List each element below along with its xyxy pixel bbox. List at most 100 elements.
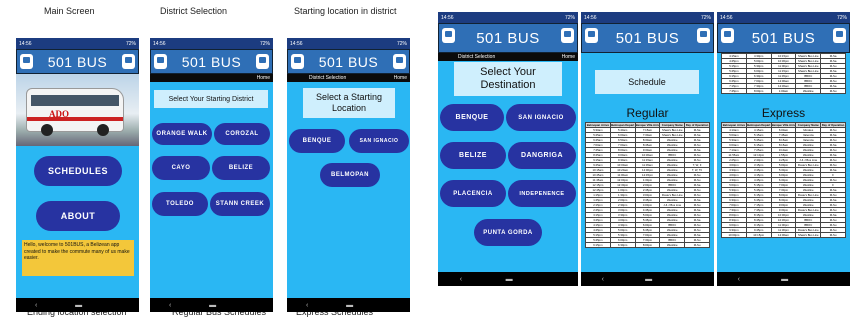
home-link[interactable]: Home bbox=[394, 75, 407, 81]
dest-dangriga[interactable]: DANGRIGA bbox=[508, 142, 576, 169]
table-row: 6:15pm 6:30pm 8:00pm Westline M-Su bbox=[585, 242, 710, 248]
nav-label: District Selection bbox=[458, 54, 496, 60]
destination-heading: Select Your Destination bbox=[454, 62, 562, 96]
home-pill-icon[interactable]: ▬ bbox=[75, 302, 82, 309]
table-header: Belmopan Depart bbox=[745, 122, 772, 128]
status-bar: 14:56 72% bbox=[150, 38, 273, 49]
android-nav: ‹ ▬ bbox=[150, 298, 273, 312]
bus-icon bbox=[697, 28, 710, 43]
bus-icon bbox=[20, 54, 33, 69]
back-icon[interactable]: ‹ bbox=[306, 302, 308, 309]
bus-icon bbox=[561, 28, 574, 43]
app-banner: 501 BUS bbox=[287, 49, 410, 74]
back-icon[interactable]: ‹ bbox=[460, 276, 462, 283]
dest-san-ignacio[interactable]: SAN IGNACIO bbox=[506, 104, 576, 131]
table-header: Benque Villa Arrive bbox=[634, 122, 661, 128]
district-heading: Select Your Starting District bbox=[154, 90, 268, 108]
table-cell: Shaw's Bus Line bbox=[795, 68, 822, 74]
home-pill-icon[interactable]: ▬ bbox=[506, 276, 513, 283]
table-cell: M-Su bbox=[684, 242, 710, 248]
table-cell: 8:00pm bbox=[634, 242, 661, 248]
express-top-table: 4:15am 4:30pm 10:15pm Shaw's Bus Line M-Sa 4:… bbox=[721, 53, 846, 94]
back-icon[interactable]: ‹ bbox=[738, 276, 740, 283]
back-icon[interactable]: ‹ bbox=[169, 302, 171, 309]
destination-screen: 14:56 72% 501 BUS District Selection Home … bbox=[438, 12, 578, 286]
express-schedule-screen: 14:56 72% 501 BUS 4:15am 4:30pm 10:15pm Shaw… bbox=[717, 12, 850, 286]
app-banner: 501 BUS bbox=[581, 23, 714, 53]
regular-schedule-screen: 14:56 72% 501 BUS Schedule Regular Belmop… bbox=[581, 12, 714, 286]
table-header: Belmopan Arrive bbox=[585, 122, 611, 128]
table-cell: 7:45pm bbox=[721, 88, 747, 94]
start-screen: 14:56 72% 501 BUS District Selection Home … bbox=[287, 38, 410, 312]
android-nav: ‹ ▬ bbox=[287, 298, 410, 312]
bus-icon bbox=[442, 28, 455, 43]
table-cell: M-Su bbox=[820, 88, 846, 94]
table-header: Day of Operation bbox=[820, 122, 846, 128]
bus-icon bbox=[256, 54, 269, 69]
table-cell: Shaw's Bus Line bbox=[659, 132, 686, 138]
bus-photo: ADO bbox=[16, 74, 139, 146]
schedules-button[interactable]: SCHEDULES bbox=[34, 156, 122, 186]
schedule-button[interactable]: Schedule bbox=[595, 70, 699, 94]
table-cell: 10:00pm bbox=[721, 232, 747, 238]
district-screen: 14:56 72% 501 BUS Home Select Your Starti… bbox=[150, 38, 273, 312]
start-belmopan[interactable]: BELMOPAN bbox=[320, 163, 380, 187]
table-cell: M-Su bbox=[820, 232, 846, 238]
bus-image: ADO bbox=[26, 88, 124, 136]
status-bar: 14:56 72% bbox=[717, 12, 850, 23]
table-cell: 6:30pm bbox=[609, 242, 636, 248]
regular-title: Regular bbox=[626, 106, 669, 120]
start-heading: Select a Starting Location bbox=[303, 88, 395, 118]
district-belize[interactable]: BELIZE bbox=[212, 156, 270, 180]
table-row: 10:00pm 10:15pm 12:00am Shaw's Bus Line M-Su bbox=[721, 232, 846, 238]
back-icon[interactable]: ‹ bbox=[35, 302, 37, 309]
table-cell: Shaw's Bus Line bbox=[659, 127, 686, 133]
nav-label: District Selection bbox=[309, 75, 347, 81]
table-cell: 1:00am bbox=[770, 88, 797, 94]
android-nav: ‹ ▬ bbox=[717, 272, 850, 286]
dest-benque[interactable]: BENQUE bbox=[440, 104, 504, 131]
about-button[interactable]: ABOUT bbox=[36, 201, 120, 231]
table-cell: Shaw's Bus Line bbox=[795, 53, 822, 59]
home-pill-icon[interactable]: ▬ bbox=[209, 302, 216, 309]
table-cell: 6:15pm bbox=[585, 242, 611, 248]
table-header: Company Name bbox=[659, 122, 686, 128]
app-title: 501 BUS bbox=[47, 53, 108, 70]
table-cell: Rosie's Bus Line bbox=[659, 192, 686, 198]
start-benque[interactable]: BENQUE bbox=[289, 129, 345, 153]
back-icon[interactable]: ‹ bbox=[602, 276, 604, 283]
district-stann-creek[interactable]: STANN CREEK bbox=[210, 192, 270, 216]
table-cell: 8:00pm bbox=[745, 88, 772, 94]
regular-table: Belmopan Arrive Belmopan Depart Benque Vil… bbox=[585, 122, 710, 248]
table-cell: Shaw's Bus Line bbox=[795, 58, 822, 64]
home-link[interactable]: Home bbox=[562, 54, 575, 60]
start-san-ignacio[interactable]: SAN IGNACIO bbox=[349, 129, 409, 153]
district-toledo[interactable]: TOLEDO bbox=[152, 192, 208, 216]
home-link[interactable]: Home bbox=[257, 75, 270, 81]
dest-belize[interactable]: BELIZE bbox=[440, 142, 506, 169]
district-orange-walk[interactable]: ORANGE WALK bbox=[152, 123, 212, 145]
bus-icon bbox=[122, 54, 135, 69]
district-corozal[interactable]: COROZAL bbox=[214, 123, 270, 145]
table-cell: Rosie's Bus Line bbox=[795, 207, 822, 213]
status-bar: 14:56 72% bbox=[581, 12, 714, 23]
dest-indepenence[interactable]: INDEPENENCE bbox=[508, 180, 576, 207]
table-cell: J & J Bus Line bbox=[795, 157, 822, 163]
main-screen: 14:56 72% 501 BUS ADO SCHEDULES ABOUT Hel… bbox=[16, 38, 139, 312]
express-table: Belmopan Arrive Belmopan Depart Benque Vil… bbox=[721, 122, 846, 238]
dest-punta-gorda[interactable]: PUNTA GORDA bbox=[474, 219, 542, 246]
nav-bar: District Selection Home bbox=[438, 53, 578, 61]
dest-placencia[interactable]: PLACENCIA bbox=[440, 180, 506, 207]
home-pill-icon[interactable]: ▬ bbox=[781, 276, 788, 283]
home-pill-icon[interactable]: ▬ bbox=[346, 302, 353, 309]
app-banner: 501 BUS bbox=[150, 49, 273, 74]
district-cayo[interactable]: CAYO bbox=[152, 156, 210, 180]
express-title: Express bbox=[761, 106, 806, 120]
table-row: 7:45pm 8:00pm 1:00am Westline M-Su bbox=[721, 88, 846, 94]
caption-start: Starting location in district bbox=[294, 6, 397, 16]
bus-icon bbox=[393, 54, 406, 69]
table-header: Belmopan Arrive bbox=[721, 122, 747, 128]
table-cell: Rosie's Bus Line bbox=[795, 192, 822, 198]
home-pill-icon[interactable]: ▬ bbox=[645, 276, 652, 283]
caption-district: District Selection bbox=[160, 6, 228, 16]
